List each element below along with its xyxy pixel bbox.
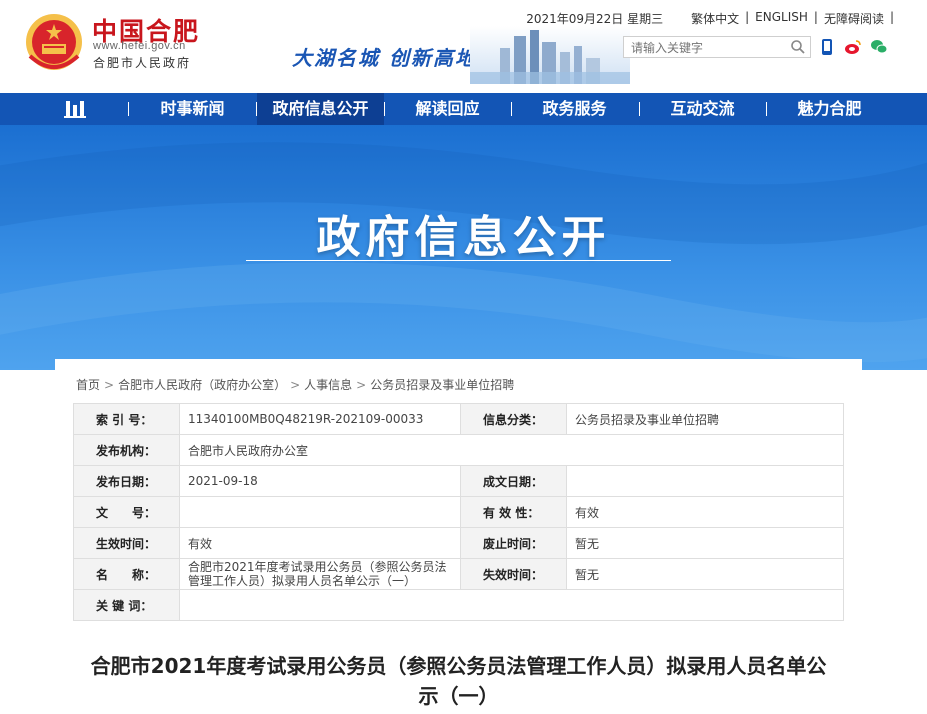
- banner-title: 政府信息公开: [316, 212, 611, 263]
- main-nav: 时事新闻 政府信息公开 解读回应 政务服务 互动交流 魅力合肥: [0, 93, 927, 125]
- breadcrumb-personnel[interactable]: 人事信息: [304, 378, 352, 392]
- banner-underline: [246, 260, 671, 261]
- breadcrumb-separator: >: [104, 378, 115, 392]
- table-row: 生效时间： 有效 废止时间： 暂无: [73, 527, 844, 559]
- document-metadata-table: 索 引 号： 11340100MB0Q48219R-202109-00033 信…: [73, 403, 844, 621]
- createdate-label: 成文日期：: [460, 465, 567, 497]
- effective-value: 有效: [179, 527, 461, 559]
- national-emblem-icon[interactable]: [22, 12, 86, 74]
- wechat-icon[interactable]: [870, 38, 888, 56]
- site-url: www.hefei.gov.cn: [93, 40, 186, 52]
- keywords-label: 关 键 词：: [73, 589, 180, 621]
- breadcrumb-recruitment[interactable]: 公务员招录及事业单位招聘: [370, 378, 514, 392]
- breadcrumb-separator: >: [290, 378, 301, 392]
- breadcrumb-gov[interactable]: 合肥市人民政府（政府办公室）: [118, 378, 286, 392]
- repeal-label: 废止时间：: [460, 527, 567, 559]
- social-links: [818, 38, 888, 56]
- nav-divider: [384, 102, 385, 116]
- page-banner: 政府信息公开: [0, 125, 927, 370]
- home-icon[interactable]: [64, 99, 86, 119]
- category-value: 公务员招录及事业单位招聘: [566, 403, 844, 435]
- nav-divider: [639, 102, 640, 116]
- breadcrumb-home[interactable]: 首页: [76, 378, 100, 392]
- effective-label: 生效时间：: [73, 527, 180, 559]
- site-subtitle: 合肥市人民政府: [93, 56, 192, 70]
- breadcrumb: 首页 > 合肥市人民政府（政府办公室） > 人事信息 > 公务员招录及事业单位招聘: [76, 376, 514, 393]
- validity-value: 有效: [566, 496, 844, 528]
- search-box: [623, 36, 811, 58]
- name-value: 合肥市2021年度考试录用公务员（参照公务员法管理工作人员）拟录用人员名单公示（…: [179, 558, 461, 590]
- category-label: 信息分类：: [460, 403, 567, 435]
- accessibility-link[interactable]: 无障碍阅读: [824, 10, 884, 27]
- expire-value: 暂无: [566, 558, 844, 590]
- main-content: 首页 > 合肥市人民政府（政府办公室） > 人事信息 > 公务员招录及事业单位招聘 索 引 …: [55, 359, 862, 714]
- site-header: 中国合肥 www.hefei.gov.cn 合肥市人民政府 大湖名城 创新高地 …: [0, 0, 927, 93]
- publisher-value: 合肥市人民政府办公室: [179, 434, 844, 466]
- table-row: 发布日期： 2021-09-18 成文日期：: [73, 465, 844, 497]
- table-row: 关 键 词：: [73, 589, 844, 621]
- divider: |: [889, 10, 894, 24]
- search-icon[interactable]: [790, 39, 806, 55]
- docno-label: 文 号：: [73, 496, 180, 528]
- table-row: 索 引 号： 11340100MB0Q48219R-202109-00033 信…: [73, 403, 844, 435]
- validity-label: 有 效 性：: [460, 496, 567, 528]
- divider: |: [745, 10, 750, 24]
- table-row: 发布机构： 合肥市人民政府办公室: [73, 434, 844, 466]
- search-input[interactable]: [624, 38, 784, 58]
- keywords-value: [179, 589, 844, 621]
- nav-divider: [511, 102, 512, 116]
- divider: |: [813, 10, 818, 24]
- site-slogan: 大湖名城 创新高地: [292, 46, 477, 70]
- city-skyline-image: [470, 26, 630, 84]
- traditional-chinese-link[interactable]: 繁体中文: [691, 10, 739, 27]
- createdate-value: [566, 465, 844, 497]
- publisher-label: 发布机构：: [73, 434, 180, 466]
- docno-value: [179, 496, 461, 528]
- nav-item-interpretation[interactable]: 解读回应: [395, 93, 500, 125]
- index-value: 11340100MB0Q48219R-202109-00033: [179, 403, 461, 435]
- name-label: 名 称：: [73, 558, 180, 590]
- index-label: 索 引 号：: [73, 403, 180, 435]
- nav-item-news[interactable]: 时事新闻: [140, 93, 245, 125]
- nav-divider: [766, 102, 767, 116]
- pubdate-label: 发布日期：: [73, 465, 180, 497]
- nav-divider: [128, 102, 129, 116]
- top-utility-bar: 2021年09月22日 星期三 繁体中文 | ENGLISH | 无障碍阅读 |: [526, 10, 894, 27]
- english-link[interactable]: ENGLISH: [755, 10, 808, 27]
- nav-item-services[interactable]: 政务服务: [522, 93, 627, 125]
- current-date: 2021年09月22日 星期三: [526, 12, 664, 26]
- mobile-icon[interactable]: [818, 38, 836, 56]
- nav-item-interaction[interactable]: 互动交流: [650, 93, 755, 125]
- nav-item-charm-hefei[interactable]: 魅力合肥: [777, 93, 882, 125]
- repeal-value: 暂无: [566, 527, 844, 559]
- breadcrumb-separator: >: [356, 378, 367, 392]
- table-row: 文 号： 有 效 性： 有效: [73, 496, 844, 528]
- expire-label: 失效时间：: [460, 558, 567, 590]
- nav-item-gov-info[interactable]: 政府信息公开: [257, 93, 384, 125]
- pubdate-value: 2021-09-18: [179, 465, 461, 497]
- table-row: 名 称： 合肥市2021年度考试录用公务员（参照公务员法管理工作人员）拟录用人员…: [73, 558, 844, 590]
- weibo-icon[interactable]: [844, 38, 862, 56]
- document-title: 合肥市2021年度考试录用公务员（参照公务员法管理工作人员）拟录用人员名单公示（…: [90, 654, 827, 708]
